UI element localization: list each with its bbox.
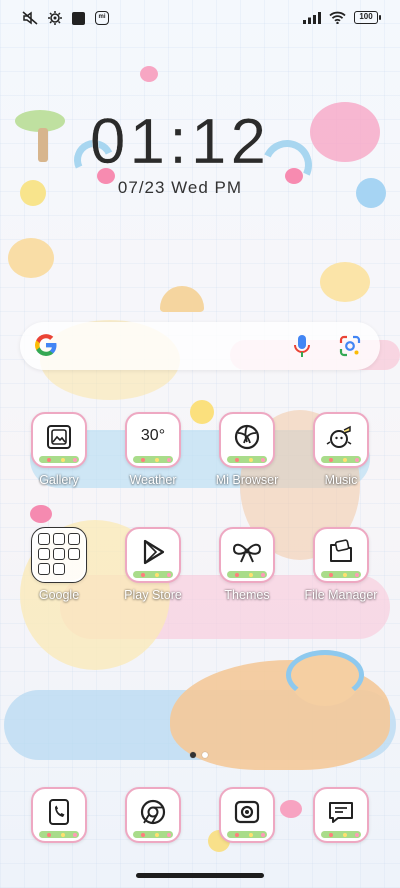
dock-camera[interactable]	[202, 787, 292, 843]
google-lens-icon[interactable]	[338, 334, 362, 358]
status-bar: mi 100	[0, 0, 400, 38]
folder-item-icon	[68, 548, 80, 560]
app-file-manager[interactable]: File Manager	[296, 527, 386, 602]
app-mi-browser[interactable]: Mi Browser	[202, 412, 292, 487]
folder-item-icon	[68, 533, 80, 545]
app-label: Mi Browser	[215, 473, 279, 487]
app-label: Themes	[224, 588, 270, 602]
page-dot-1[interactable]	[190, 752, 196, 758]
themes-icon	[219, 527, 275, 583]
gallery-icon	[31, 412, 87, 468]
app-folder-google[interactable]: Google	[14, 527, 104, 602]
notification-icon	[72, 11, 85, 25]
music-icon	[313, 412, 369, 468]
messages-icon	[313, 787, 369, 843]
app-label: Google	[38, 588, 80, 602]
app-play-store[interactable]: Play Store	[108, 527, 198, 602]
gesture-navigation-handle[interactable]	[136, 873, 264, 878]
settings-icon	[48, 11, 62, 25]
browser-icon	[219, 412, 275, 468]
app-label: Weather	[129, 473, 177, 487]
app-gallery[interactable]: Gallery	[14, 412, 104, 487]
app-label: Music	[324, 473, 358, 487]
folder-item-icon	[38, 563, 50, 575]
weather-icon: 30°	[125, 412, 181, 468]
folder-item-icon	[38, 548, 50, 560]
play-store-icon	[125, 527, 181, 583]
google-logo	[35, 334, 57, 357]
signal-icon	[303, 11, 321, 24]
app-label: Gallery	[39, 473, 79, 487]
app-music[interactable]: Music	[296, 412, 386, 487]
dock-phone[interactable]	[14, 787, 104, 843]
folder-item-icon	[38, 533, 50, 545]
page-indicator[interactable]	[190, 752, 208, 758]
weather-temperature: 30°	[140, 427, 166, 444]
google-search-bar[interactable]	[20, 322, 380, 370]
battery-indicator: 100	[354, 11, 381, 24]
dock-chrome[interactable]	[108, 787, 198, 843]
page-dot-2[interactable]	[202, 752, 208, 758]
folder-icon	[31, 527, 87, 583]
chrome-icon	[125, 787, 181, 843]
phone-icon	[31, 787, 87, 843]
camera-icon	[219, 787, 275, 843]
mute-icon	[22, 11, 38, 25]
microphone-icon[interactable]	[290, 333, 314, 359]
app-weather[interactable]: 30° Weather	[108, 412, 198, 487]
folder-item-icon	[53, 533, 65, 545]
app-label: File Manager	[304, 588, 378, 602]
folder-item-icon	[53, 548, 65, 560]
clock-date[interactable]: 07/23 Wed PM	[0, 178, 360, 198]
file-manager-icon	[313, 527, 369, 583]
app-label: Play Store	[124, 588, 182, 602]
app-themes[interactable]: Themes	[202, 527, 292, 602]
dock-messages[interactable]	[296, 787, 386, 843]
wifi-icon	[329, 11, 346, 24]
mi-icon: mi	[95, 11, 109, 25]
folder-item-icon	[53, 563, 65, 575]
clock-time[interactable]: 01:12	[0, 104, 360, 178]
